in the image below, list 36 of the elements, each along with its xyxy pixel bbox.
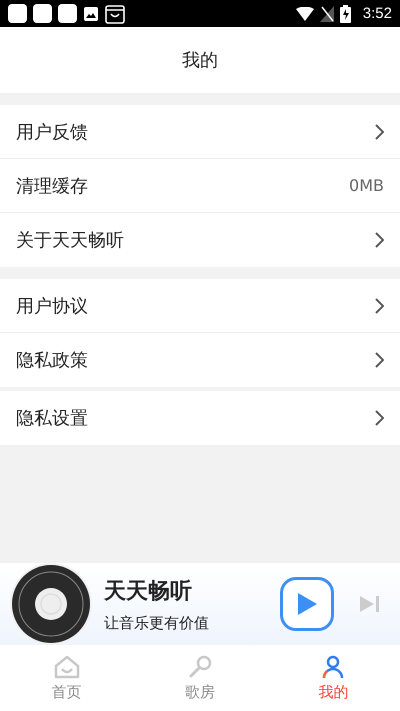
chevron-right-icon <box>374 124 384 140</box>
battery-icon <box>340 4 351 22</box>
chevron-right-icon <box>374 352 384 368</box>
skip-next-icon <box>360 596 380 612</box>
settings-row[interactable]: 关于天天畅听 <box>0 213 400 267</box>
bag-icon <box>105 4 125 24</box>
notification-icon <box>8 4 27 23</box>
settings-row[interactable]: 用户反馈 <box>0 105 400 159</box>
page-title: 我的 <box>182 49 218 72</box>
play-icon <box>296 592 318 616</box>
wifi-icon <box>296 6 314 20</box>
chevron-right-icon <box>374 410 384 426</box>
settings-row[interactable]: 隐私政策 <box>0 333 400 387</box>
settings-row[interactable]: 隐私设置 <box>0 391 400 445</box>
row-label: 隐私政策 <box>16 349 88 372</box>
row-label: 用户协议 <box>16 294 88 318</box>
chevron-right-icon <box>374 232 384 248</box>
notification-icon <box>58 4 77 23</box>
chevron-right-icon <box>374 298 384 314</box>
settings-row[interactable]: 清理缓存 0MB <box>0 159 400 213</box>
vinyl-disc-icon <box>10 563 92 645</box>
settings-row[interactable]: 用户协议 <box>0 279 400 333</box>
notification-icon <box>33 4 52 23</box>
image-icon <box>83 6 99 22</box>
row-label: 用户反馈 <box>16 120 88 144</box>
row-label: 隐私设置 <box>16 407 88 430</box>
play-button[interactable] <box>280 577 334 631</box>
status-time: 3:52 <box>362 5 392 22</box>
row-label: 清理缓存 <box>16 174 88 198</box>
row-value: 0MB <box>349 176 384 195</box>
row-label: 关于天天畅听 <box>16 229 124 252</box>
person-icon <box>321 654 346 678</box>
player-title: 天天畅听 <box>104 578 193 606</box>
player-subtitle: 让音乐更有价值 <box>104 614 210 632</box>
no-signal-icon <box>320 6 334 22</box>
home-icon <box>54 654 80 678</box>
